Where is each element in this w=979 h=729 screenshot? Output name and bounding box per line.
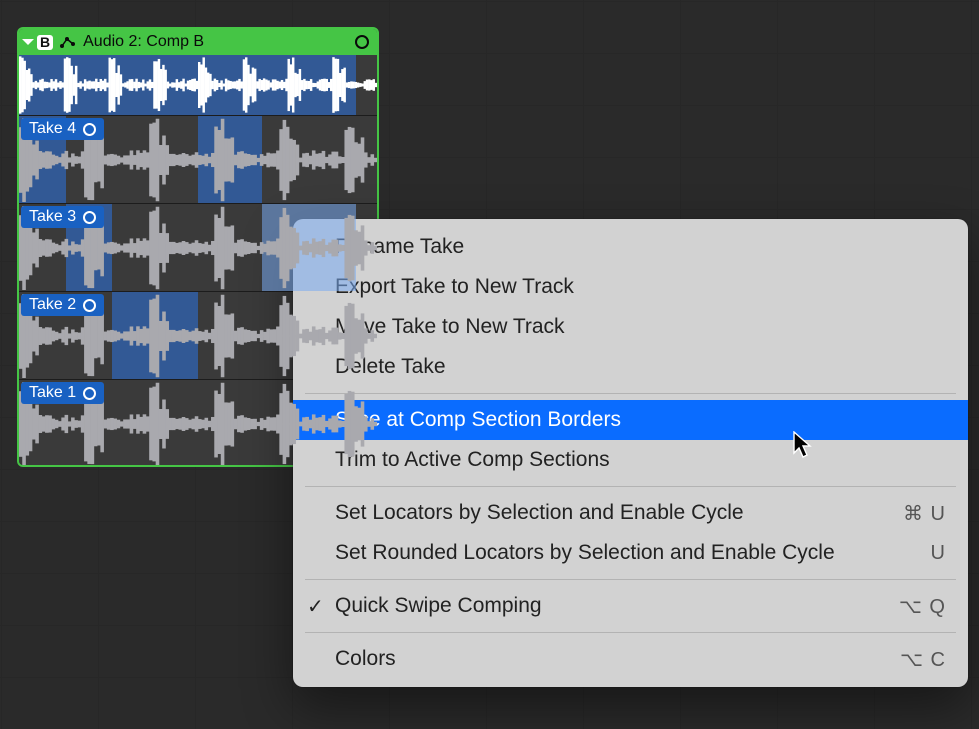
- take-folder[interactable]: B Audio 2: Comp B Take 4 Take 3 Take 2 Take…: [17, 27, 379, 467]
- menu-item[interactable]: Trim to Active Comp Sections: [293, 440, 968, 480]
- menu-item[interactable]: Export Take to New Track: [293, 267, 968, 307]
- take-lane[interactable]: Take 2: [19, 291, 377, 379]
- menu-item-shortcut: ⌥ Q: [899, 594, 946, 619]
- menu-item[interactable]: ✓ Quick Swipe Comping ⌥ Q: [293, 586, 968, 626]
- menu-item[interactable]: Rename Take: [293, 227, 968, 267]
- loop-icon[interactable]: [355, 35, 369, 49]
- menu-separator: [305, 393, 956, 394]
- menu-separator: [305, 486, 956, 487]
- take-lane-label[interactable]: Take 4: [21, 118, 104, 140]
- menu-item[interactable]: Slice at Comp Section Borders: [293, 400, 968, 440]
- take-name: Take 4: [29, 120, 76, 138]
- take-folder-title: Audio 2: Comp B: [83, 33, 349, 51]
- take-lane[interactable]: Take 1: [19, 379, 377, 465]
- menu-separator: [305, 579, 956, 580]
- menu-item[interactable]: Delete Take: [293, 347, 968, 387]
- comp-badge[interactable]: B: [37, 35, 53, 50]
- loop-icon[interactable]: [83, 211, 96, 224]
- take-lane-label[interactable]: Take 2: [21, 294, 104, 316]
- take-name: Take 2: [29, 296, 76, 314]
- menu-item[interactable]: Set Rounded Locators by Selection and En…: [293, 533, 968, 573]
- loop-icon[interactable]: [83, 123, 96, 136]
- take-name: Take 1: [29, 384, 76, 402]
- menu-item[interactable]: Set Locators by Selection and Enable Cyc…: [293, 493, 968, 533]
- menu-item-label: Slice at Comp Section Borders: [335, 408, 621, 432]
- menu-separator: [305, 632, 956, 633]
- menu-item-shortcut: ⌘ U: [903, 501, 946, 526]
- menu-item[interactable]: Move Take to New Track: [293, 307, 968, 347]
- loop-icon[interactable]: [83, 387, 96, 400]
- take-name: Take 3: [29, 208, 76, 226]
- menu-item-shortcut: ⌥ C: [900, 647, 946, 672]
- take-lane[interactable]: Take 4: [19, 115, 377, 203]
- menu-item-label: Quick Swipe Comping: [335, 594, 542, 618]
- check-icon: ✓: [307, 594, 324, 619]
- take-lane[interactable]: Take 3: [19, 203, 377, 291]
- take-lane-label[interactable]: Take 1: [21, 382, 104, 404]
- comp-lane[interactable]: [19, 55, 377, 115]
- menu-item-label: Set Rounded Locators by Selection and En…: [335, 541, 835, 565]
- loop-icon[interactable]: [83, 299, 96, 312]
- menu-item-label: Set Locators by Selection and Enable Cyc…: [335, 501, 744, 525]
- comp-waveform: [19, 55, 377, 115]
- take-folder-header[interactable]: B Audio 2: Comp B: [19, 29, 377, 55]
- menu-item-label: Colors: [335, 647, 396, 671]
- take-lane-label[interactable]: Take 3: [21, 206, 104, 228]
- quick-swipe-icon[interactable]: [59, 35, 77, 49]
- menu-item-shortcut: U: [931, 542, 946, 565]
- menu-item[interactable]: Colors ⌥ C: [293, 639, 968, 679]
- disclosure-triangle-icon[interactable]: [22, 39, 34, 45]
- context-menu: Rename TakeExport Take to New TrackMove …: [293, 219, 968, 687]
